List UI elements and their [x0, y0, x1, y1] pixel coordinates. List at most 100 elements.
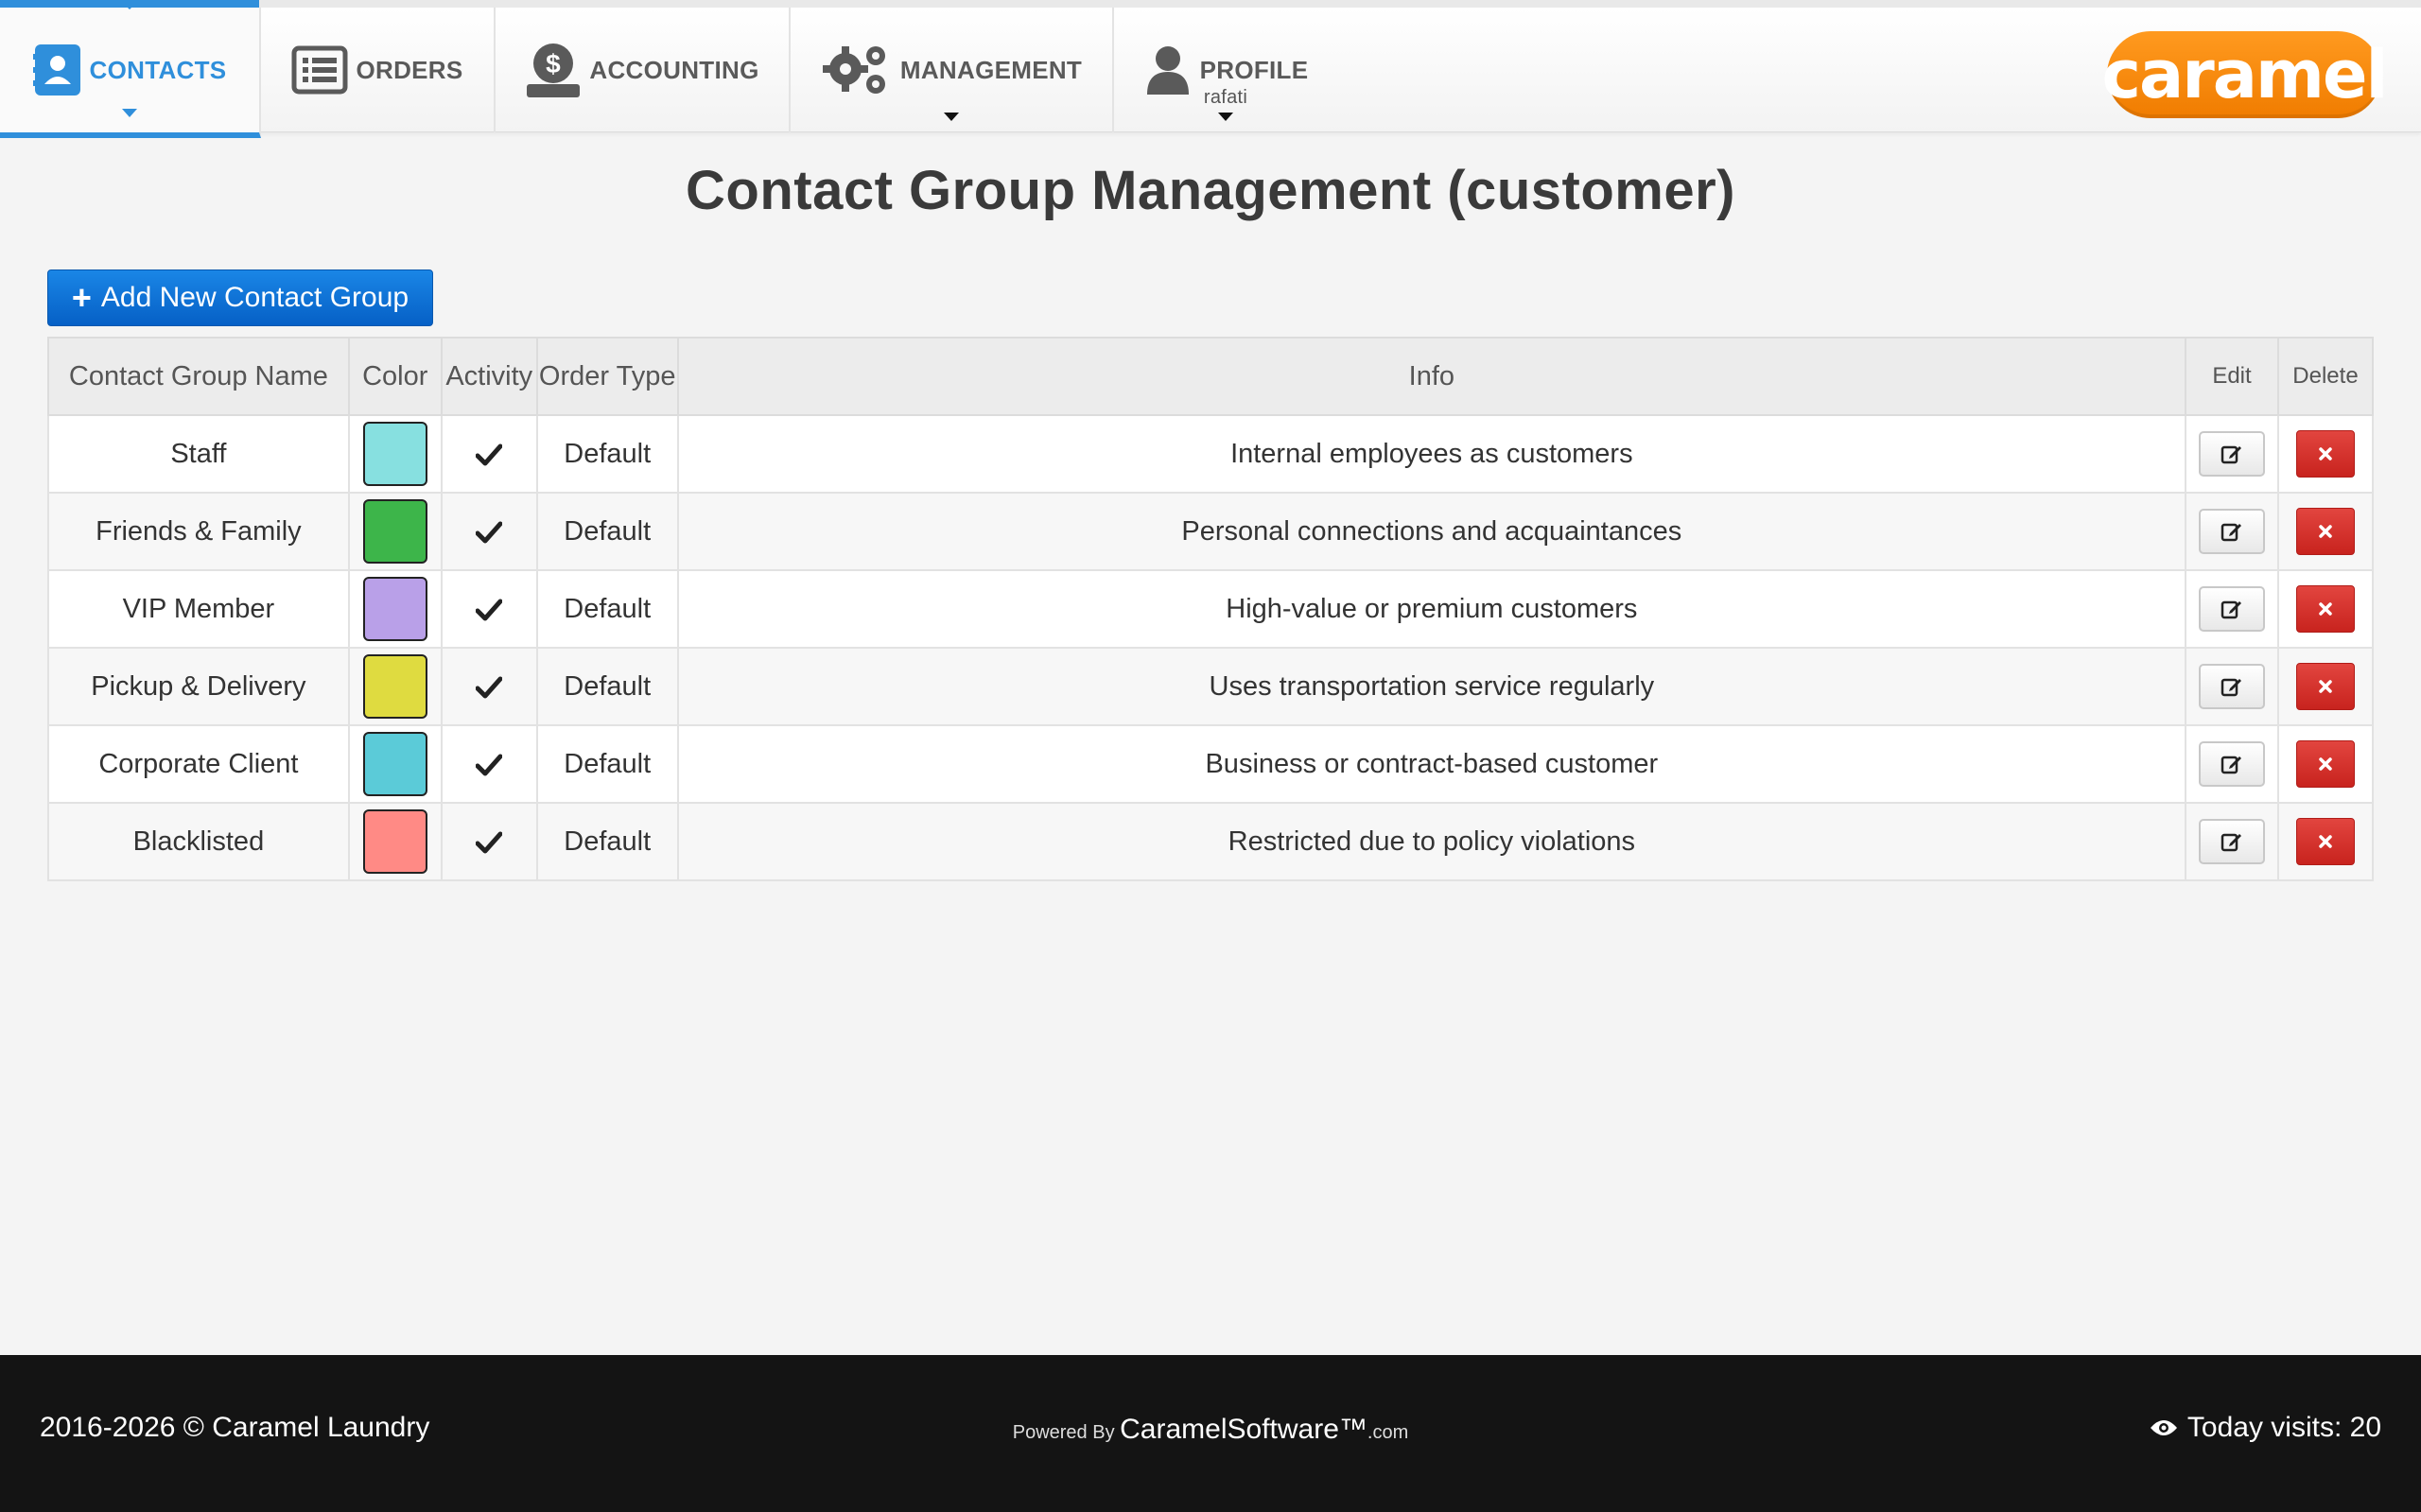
group-name-cell: Friends & Family: [47, 492, 350, 571]
edit-cell: [2185, 414, 2279, 494]
edit-button[interactable]: [2199, 741, 2265, 787]
group-name-cell: Pickup & Delivery: [47, 647, 350, 726]
activity-cell: [440, 724, 538, 804]
delete-button[interactable]: [2295, 663, 2355, 710]
group-info: Internal employees as customers: [1230, 438, 1633, 469]
delete-button[interactable]: [2295, 740, 2355, 788]
info-cell: Personal connections and acquaintances: [676, 492, 2187, 571]
edit-cell: [2185, 802, 2279, 881]
activity-cell: [440, 414, 538, 494]
checkmark-icon: [476, 443, 503, 466]
edit-icon: [2221, 600, 2241, 619]
color-swatch: [362, 732, 427, 796]
powered-by-brand: CaramelSoftware™: [1120, 1414, 1367, 1445]
group-name: VIP Member: [122, 593, 275, 624]
table-header-row: Contact Group Name Color Activity Order …: [47, 337, 2375, 416]
delete-button[interactable]: [2295, 430, 2355, 478]
table-row: VIP Member Default High-value or premium…: [47, 569, 2375, 649]
powered-by-label: Powered By: [1012, 1422, 1115, 1443]
edit-button[interactable]: [2199, 664, 2265, 709]
nav-management-label: MANAGEMENT: [899, 55, 1083, 84]
color-swatch: [362, 809, 427, 874]
delete-button[interactable]: [2295, 818, 2355, 865]
chevron-down-icon: [944, 113, 959, 121]
add-button-label: Add New Contact Group: [100, 282, 409, 313]
group-info: High-value or premium customers: [1226, 593, 1638, 624]
order-type-cell: Default: [535, 647, 679, 726]
edit-icon: [2221, 756, 2241, 774]
delete-cell: [2276, 492, 2375, 571]
nav-profile[interactable]: PROFILE rafati: [1114, 8, 1337, 132]
delete-cell: [2276, 414, 2375, 494]
edit-icon: [2221, 833, 2241, 852]
header-delete: Delete: [2276, 337, 2375, 416]
group-name: Corporate Client: [98, 748, 299, 779]
delete-button[interactable]: [2295, 585, 2355, 633]
order-type: Default: [564, 438, 652, 469]
group-name-cell: Staff: [47, 414, 350, 494]
header-order-type: Order Type: [535, 337, 679, 416]
delete-cell: [2276, 569, 2375, 649]
nav-management[interactable]: MANAGEMENT: [791, 8, 1114, 132]
info-cell: Uses transportation service regularly: [676, 647, 2187, 726]
checkmark-icon: [476, 676, 503, 699]
edit-button[interactable]: [2199, 586, 2265, 632]
color-swatch: [362, 654, 427, 719]
order-type-cell: Default: [535, 802, 679, 881]
activity-cell: [440, 647, 538, 726]
header-edit: Edit: [2185, 337, 2279, 416]
edit-button[interactable]: [2199, 431, 2265, 477]
group-name-cell: Corporate Client: [47, 724, 350, 804]
activity-cell: [440, 569, 538, 649]
caramel-logo[interactable]: caramel: [2102, 31, 2388, 118]
nav-contacts[interactable]: CONTACTS: [0, 0, 261, 138]
table-row: Friends & Family Default Personal connec…: [47, 492, 2375, 571]
edit-cell: [2185, 647, 2279, 726]
contact-card-icon: [32, 43, 82, 97]
color-cell: [347, 492, 443, 571]
group-name: Friends & Family: [96, 515, 302, 547]
group-name: Blacklisted: [132, 826, 265, 857]
activity-cell: [440, 802, 538, 881]
eye-icon: [2150, 1420, 2177, 1435]
color-cell: [347, 724, 443, 804]
edit-icon: [2221, 523, 2241, 542]
header-activity: Activity: [440, 337, 538, 416]
footer: 2016-2026 © Caramel Laundry Powered By C…: [0, 1355, 2421, 1512]
delete-cell: [2276, 802, 2375, 881]
footer-powered-by[interactable]: Powered By CaramelSoftware™.com: [0, 1414, 2421, 1446]
checkmark-icon: [476, 754, 503, 776]
chevron-down-icon: [1218, 113, 1233, 121]
header-name: Contact Group Name: [47, 337, 350, 416]
add-contact-group-button[interactable]: + Add New Contact Group: [47, 269, 433, 326]
order-type: Default: [564, 593, 652, 624]
close-icon: [2319, 757, 2332, 771]
close-icon: [2319, 680, 2332, 693]
order-type: Default: [564, 515, 652, 547]
close-icon: [2319, 525, 2332, 538]
nav-accounting[interactable]: $ ACCOUNTING: [496, 8, 791, 132]
group-name-cell: Blacklisted: [47, 802, 350, 881]
table-row: Blacklisted Default Restricted due to po…: [47, 802, 2375, 881]
order-type: Default: [564, 748, 652, 779]
nav-contacts-label: CONTACTS: [89, 55, 227, 84]
edit-cell: [2185, 569, 2279, 649]
nav-orders[interactable]: ORDERS: [261, 8, 496, 132]
powered-by-dotcom: .com: [1367, 1422, 1409, 1443]
color-cell: [347, 802, 443, 881]
color-swatch: [362, 499, 427, 564]
checkmark-icon: [476, 599, 503, 621]
activity-cell: [440, 492, 538, 571]
chevron-down-icon: [122, 109, 137, 117]
contact-group-table: Contact Group Name Color Activity Order …: [47, 337, 2375, 881]
delete-button[interactable]: [2295, 508, 2355, 555]
edit-icon: [2221, 678, 2241, 697]
edit-button[interactable]: [2199, 509, 2265, 554]
edit-cell: [2185, 724, 2279, 804]
checkmark-icon: [476, 831, 503, 854]
order-type-cell: Default: [535, 492, 679, 571]
footer-visits: Today visits: 20: [2150, 1412, 2381, 1444]
group-name: Staff: [170, 438, 227, 469]
profile-username: rafati: [1203, 87, 1248, 108]
edit-button[interactable]: [2199, 819, 2265, 864]
